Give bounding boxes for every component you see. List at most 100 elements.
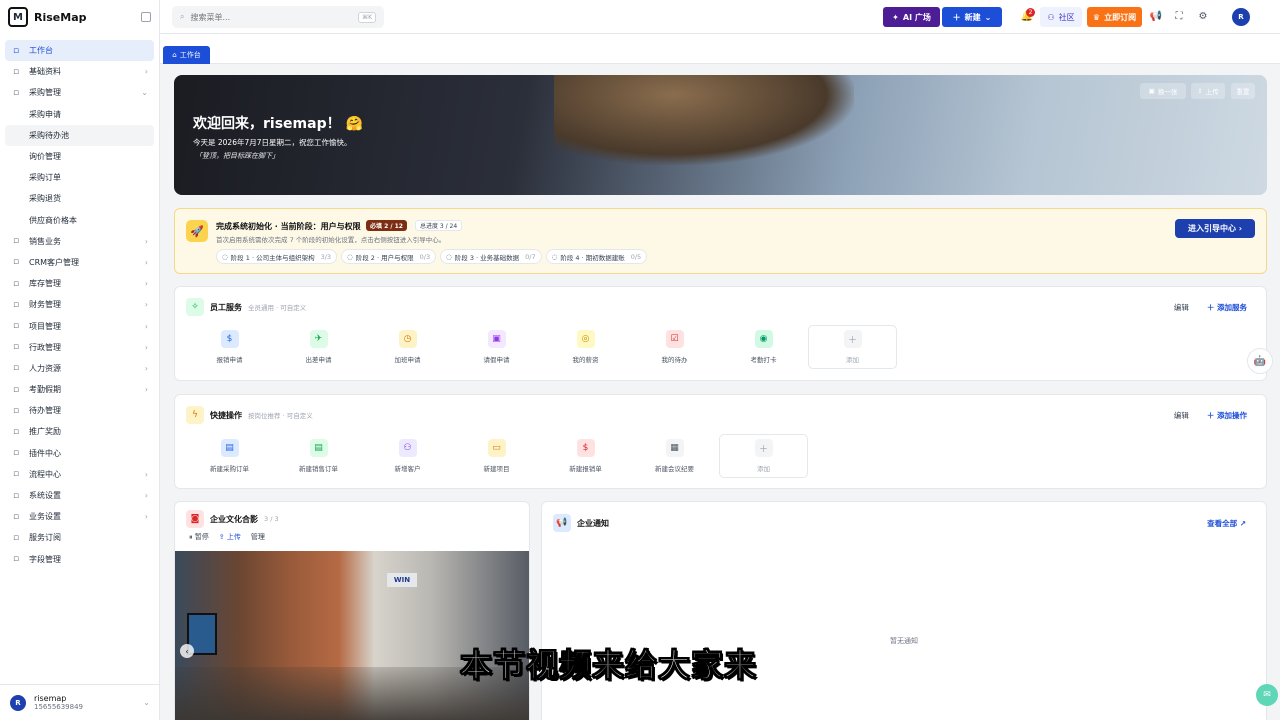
card-header: ◙ 企业文化合影 3 / 3 [186, 510, 279, 528]
chevron-icon: › [144, 67, 148, 77]
sidebar-item[interactable]: ▫ 服务订阅 [5, 527, 154, 548]
sidebar-item-label: 系统设置 [29, 491, 61, 501]
sidebar-item[interactable]: ▫ 财务管理 › [5, 294, 154, 315]
reset-image-button[interactable]: 重置 [1231, 83, 1255, 99]
pause-button[interactable]: ⏸ 暂停 [189, 532, 209, 542]
sidebar-item[interactable]: ▫ 流程中心 › [5, 464, 154, 485]
quick-tile[interactable]: ▤ 新建采购订单 [185, 434, 274, 478]
sidebar-item[interactable]: ▫ 字段管理 [5, 549, 154, 570]
chevron-down-icon[interactable]: ⌄ [143, 698, 150, 707]
quick-tile[interactable]: ▤ 新建销售订单 [274, 434, 363, 478]
app-logo[interactable]: M RiseMap [0, 0, 159, 34]
user-avatar[interactable]: R [1232, 8, 1250, 26]
edit-services-button[interactable]: 编辑 [1174, 302, 1189, 313]
sidebar-item[interactable]: ▫ 业务设置 › [5, 506, 154, 527]
guide-center-button[interactable]: 进入引导中心 › [1175, 219, 1255, 238]
sidebar-item[interactable]: 采购退货 [5, 188, 154, 209]
tile-icon: $ [220, 330, 239, 348]
sidebar-nav: ▫ 工作台 ▫ 基础资料 › ▫ 采购管理 ⌄ 采购申请采购待办池询价管理采购订单 采购退货供应商… [0, 34, 159, 570]
new-button[interactable]: ＋新建 ⌄ [942, 7, 1002, 27]
sidebar-item[interactable]: 采购订单 [5, 167, 154, 188]
sidebar-item[interactable]: ▫ 项目管理 › [5, 315, 154, 336]
sidebar-item[interactable]: 供应商价格本 [5, 210, 154, 231]
quick-tile[interactable]: ▦ 新建会议纪要 [630, 434, 719, 478]
add-tile-button[interactable]: ＋ 添加 [808, 325, 897, 369]
sidebar-item-label: 基础资料 [29, 67, 61, 77]
sidebar-item[interactable]: ▫ 推广奖励 [5, 421, 154, 442]
view-all-link[interactable]: 查看全部 ↗ [1207, 518, 1246, 529]
tile-icon: ▣ [487, 330, 506, 348]
add-quick-button[interactable]: ＋ 添加操作 [1207, 410, 1247, 421]
stage-pill[interactable]: ◌ 阶段 2 · 用户与权限 0/3 [341, 249, 437, 264]
gear-icon[interactable]: ⚙ [1196, 10, 1210, 24]
services-tile[interactable]: ◉ 考勤打卡 [719, 325, 808, 369]
logo-mark: M [8, 7, 28, 27]
plus-icon: ＋ [952, 12, 961, 22]
ai-plaza-button[interactable]: ✦ AI 广场 [883, 7, 940, 27]
chat-icon[interactable]: ✉ [1256, 684, 1278, 706]
sidebar-item-icon: ▫ [12, 45, 20, 56]
sidebar-item[interactable]: 采购待办池 [5, 124, 154, 146]
sidebar-item[interactable]: ▫ 待办管理 [5, 400, 154, 421]
switch-image-button[interactable]: ▣ 换一张 [1140, 83, 1186, 99]
upload-photo-button[interactable]: ⇪ 上传 [219, 532, 241, 542]
chevron-icon: › [144, 491, 148, 501]
sidebar-item[interactable]: ▫ 采购管理 ⌄ [5, 82, 154, 103]
upload-image-button[interactable]: ⇪ 上传 [1191, 83, 1225, 99]
manage-photos-button[interactable]: 管理 [251, 532, 265, 542]
services-tile[interactable]: ▣ 请假申请 [452, 325, 541, 369]
add-service-button[interactable]: ＋ 添加服务 [1207, 302, 1247, 313]
search-box[interactable]: ⌕ ⌘K [172, 6, 384, 28]
sidebar-item[interactable]: ▫ 考勤假期 › [5, 379, 154, 400]
chevron-icon: › [144, 236, 148, 246]
sidebar-item[interactable]: ▫ 基础资料 › [5, 61, 154, 82]
services-tile[interactable]: ☑ 我的待办 [630, 325, 719, 369]
sidebar-item-label: 供应商价格本 [29, 215, 77, 225]
sidebar-item[interactable]: ▫ 人力资源 › [5, 358, 154, 379]
sidebar-item[interactable]: ▫ 销售业务 › [5, 231, 154, 252]
quick-tile[interactable]: $ 新建报销单 [541, 434, 630, 478]
tile-icon: ⚇ [398, 439, 417, 457]
sidebar-item[interactable]: ▫ 工作台 [5, 40, 154, 62]
assistant-button[interactable]: 🤖 [1247, 348, 1273, 374]
sidebar-item[interactable]: ▫ 系统设置 › [5, 485, 154, 506]
sidebar-item[interactable]: 采购申请 [5, 104, 154, 125]
check-circle-icon: ◌ [222, 252, 228, 261]
stage-pill[interactable]: ◌ 阶段 4 · 期初数据建账 0/5 [545, 249, 648, 264]
tab-workbench[interactable]: ⌂ 工作台 [163, 46, 210, 64]
stage-pill[interactable]: ◌ 阶段 1 · 公司主体与组织架构 3/3 [216, 249, 338, 264]
user-profile[interactable]: R risemap 15655639849 ⌄ [0, 684, 160, 720]
services-grid: $ 报销申请 ✈ 出差申请 ◷ 加班申请 ▣ 请假申请 ◎ 我的薪资 ☑ 我的待办 ◉ 考勤打卡 ＋ 添加 [185, 325, 897, 369]
services-tile[interactable]: ◷ 加班申请 [363, 325, 452, 369]
chevron-icon: › [144, 257, 148, 267]
sidebar-item-label: 采购申请 [29, 109, 61, 119]
services-tile[interactable]: ◎ 我的薪资 [541, 325, 630, 369]
sidebar-item-label: 询价管理 [29, 152, 61, 162]
stage-pill[interactable]: ◌ 阶段 3 · 业务基础数据 0/7 [440, 249, 542, 264]
sidebar-item[interactable]: ▫ 行政管理 › [5, 337, 154, 358]
sidebar-item-label: CRM客户管理 [29, 257, 80, 267]
quick-tile[interactable]: ▭ 新建项目 [452, 434, 541, 478]
subscribe-label: 立即订阅 [1104, 12, 1137, 22]
sidebar-item[interactable]: ▫ 库存管理 › [5, 273, 154, 294]
sidebar-item[interactable]: ▫ 插件中心 [5, 443, 154, 464]
card-header: ϟ 快捷操作 按岗位推荐 · 可自定义 [186, 406, 313, 424]
stage-count: 0/7 [525, 252, 536, 261]
collapse-sidebar-icon[interactable] [141, 12, 151, 22]
megaphone-icon: 📢 [553, 514, 571, 532]
services-tile[interactable]: $ 报销申请 [185, 325, 274, 369]
search-input[interactable] [190, 12, 341, 22]
edit-quick-button[interactable]: 编辑 [1174, 410, 1189, 421]
sidebar-item-label: 业务设置 [29, 512, 61, 522]
scan-icon[interactable]: ⛶ [1172, 10, 1186, 24]
tile-label: 出差申请 [305, 356, 332, 364]
add-tile-button[interactable]: ＋ 添加 [719, 434, 808, 478]
sidebar-item[interactable]: ▫ CRM客户管理 › [5, 252, 154, 273]
subscribe-button[interactable]: ♛ 立即订阅 [1087, 7, 1142, 27]
services-tile[interactable]: ✈ 出差申请 [274, 325, 363, 369]
quick-tile[interactable]: ⚇ 新增客户 [363, 434, 452, 478]
previous-photo-button[interactable]: ‹ [180, 644, 194, 658]
sidebar-item[interactable]: 询价管理 [5, 146, 154, 167]
megaphone-icon[interactable]: 📢 [1149, 10, 1163, 24]
community-button[interactable]: ⚇ 社区 [1040, 7, 1082, 27]
